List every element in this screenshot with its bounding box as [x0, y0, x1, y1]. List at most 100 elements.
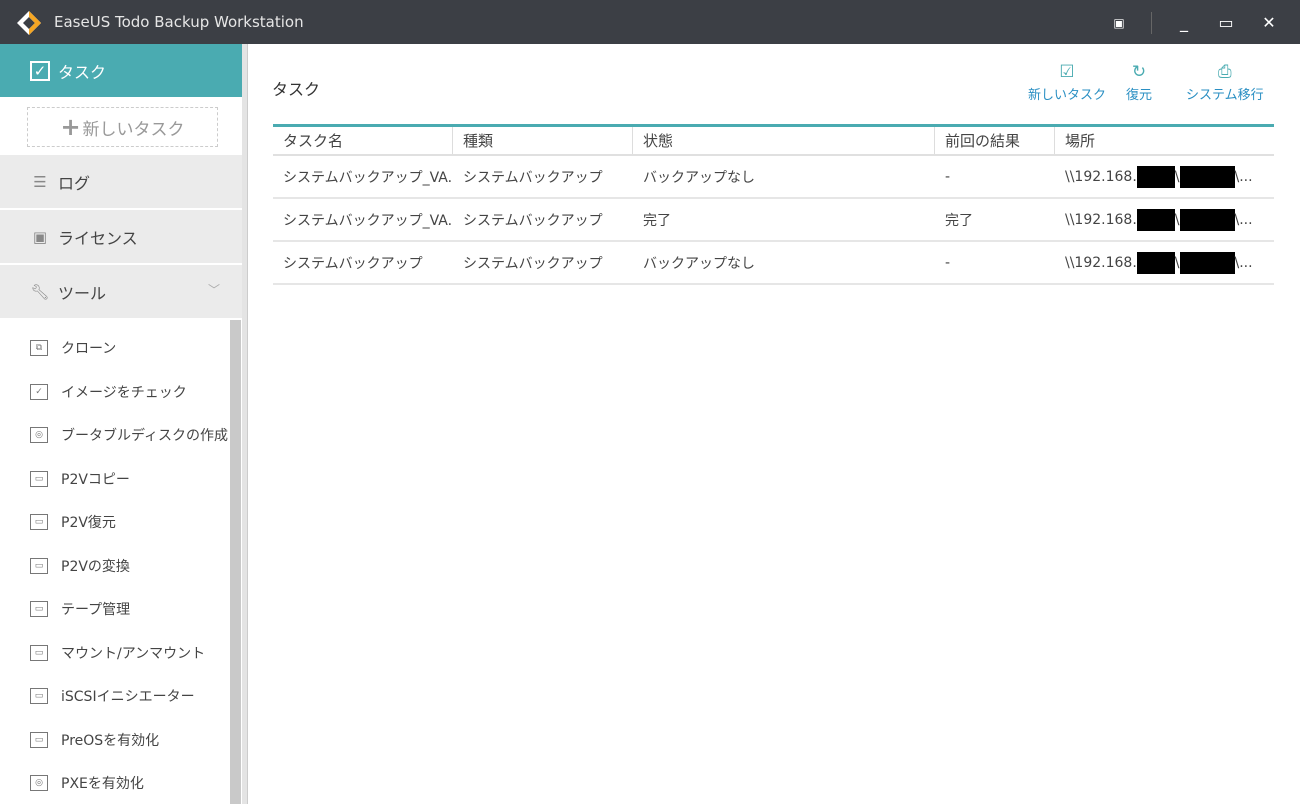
tool-item[interactable]: ▭ テープ管理: [30, 594, 130, 624]
tool-item[interactable]: ▭ マウント/アンマウント: [30, 638, 205, 668]
task-location: \\192.168. \ \...: [1055, 156, 1274, 197]
tool-item[interactable]: ▭ iSCSIイニシエーター: [30, 681, 195, 711]
tool-icon: ▭: [30, 557, 48, 574]
easeus-logo-icon: [17, 11, 41, 35]
task-status: バックアップなし: [643, 169, 755, 186]
location-prefix: \\192.168.: [1065, 211, 1137, 228]
tool-label: PXEを有効化: [61, 776, 144, 792]
tool-icon: ✓: [30, 383, 48, 400]
sidebar-item-tools[interactable]: 🔧︎ ツール ﹀: [0, 265, 242, 318]
redacted-block: [1179, 165, 1235, 188]
toolbar-label: システム移行: [1186, 88, 1264, 103]
tool-label: P2Vの変換: [61, 558, 130, 575]
tool-item[interactable]: ▭ P2Vコピー: [30, 464, 130, 494]
window-title: EaseUS Todo Backup Workstation: [54, 13, 304, 31]
task-type: システムバックアップ: [463, 212, 603, 229]
task-type: システムバックアップ: [463, 169, 603, 186]
tool-label: クローン: [61, 341, 117, 357]
task-name: システムバックアップ: [283, 255, 423, 272]
divider: [242, 44, 248, 804]
redacted-block: [1179, 251, 1235, 274]
sidebar-item-label: ログ: [58, 173, 91, 193]
tool-label: テープ管理: [61, 602, 131, 618]
restore-button[interactable]: ↻ 復元: [1126, 62, 1152, 103]
log-icon: ☰: [33, 172, 47, 191]
close-icon[interactable]: ✕: [1256, 10, 1282, 36]
tool-label: P2V復元: [61, 515, 116, 531]
sidebar-item-license[interactable]: ▣ ライセンス: [0, 210, 242, 263]
task-name: システムバックアップ_VA...: [283, 169, 453, 186]
sidebar-item-log[interactable]: ☰ ログ: [0, 155, 242, 208]
task-type: システムバックアップ: [463, 255, 603, 272]
column-header-location[interactable]: 場所: [1055, 127, 1274, 154]
page-title: タスク: [272, 80, 321, 99]
redacted-block: [1179, 208, 1235, 231]
column-header-last-result[interactable]: 前回の結果: [935, 127, 1055, 154]
tool-item[interactable]: ▭ P2V復元: [30, 507, 116, 537]
sidebar: ✓ タスク + 新しいタスク ☰ ログ ▣ ライセンス 🔧︎ ツール ﹀ ⧉ クローン ✓ イメー…: [0, 44, 242, 804]
sidebar-item-label: ライセンス: [58, 228, 138, 248]
tool-item[interactable]: ▭ P2Vの変換: [30, 551, 130, 581]
restore-icon: ↻: [1131, 62, 1147, 82]
new-task-label: 新しいタスク: [82, 119, 185, 140]
table-row[interactable]: システムバックアップ システムバックアップ バックアップなし - \\192.1…: [273, 242, 1274, 285]
task-last-result: 完了: [945, 212, 973, 229]
location-prefix: \\192.168.: [1065, 254, 1137, 271]
tool-item[interactable]: ◎ PXEを有効化: [30, 768, 144, 798]
task-last-result: -: [945, 254, 951, 271]
tool-icon: ▭: [30, 470, 48, 487]
column-header-status[interactable]: 状態: [633, 127, 935, 154]
tool-icon: ▭: [30, 644, 48, 661]
maximize-icon[interactable]: ▭: [1213, 10, 1239, 36]
table-row[interactable]: システムバックアップ_VA... システムバックアップ バックアップなし - \…: [273, 156, 1274, 199]
tool-icon: ◎: [30, 427, 48, 443]
tool-item[interactable]: ✓ イメージをチェック: [30, 377, 187, 407]
tool-item[interactable]: ◎ ブータブルディスクの作成: [30, 420, 228, 450]
tool-label: イメージをチェック: [61, 384, 187, 401]
tool-icon: ▭: [30, 688, 48, 704]
location-prefix: \\192.168.: [1065, 168, 1137, 185]
column-header-name[interactable]: タスク名: [273, 127, 453, 154]
redacted-block: [1136, 251, 1175, 274]
title-bar: EaseUS Todo Backup Workstation ▣ _ ▭ ✕: [0, 0, 1300, 44]
table-header: タスク名 種類 状態 前回の結果 場所: [273, 127, 1274, 156]
minimize-icon[interactable]: _: [1171, 10, 1197, 36]
table-row[interactable]: システムバックアップ_VA... システムバックアップ 完了 完了 \\192.…: [273, 199, 1274, 242]
new-task-button[interactable]: + 新しいタスク: [27, 107, 218, 147]
sidebar-item-task[interactable]: ✓ タスク: [0, 44, 242, 97]
tool-item[interactable]: ⧉ クローン: [30, 333, 116, 363]
tool-item[interactable]: ▭ PreOSを有効化: [30, 725, 159, 755]
task-status: 完了: [643, 212, 671, 229]
new-task-icon: ☑: [1059, 62, 1075, 82]
redacted-block: [1136, 208, 1175, 231]
toolbar-label: 新しいタスク: [1028, 88, 1107, 103]
location-suffix: \...: [1234, 211, 1253, 228]
task-name: システムバックアップ_VA...: [283, 212, 453, 229]
sidebar-item-label: タスク: [58, 62, 107, 82]
new-task-toolbar-button[interactable]: ☑ 新しいタスク: [1028, 62, 1106, 103]
task-last-result: -: [945, 168, 951, 185]
redacted-block: [1136, 165, 1175, 188]
tool-icon: ⧉: [30, 340, 48, 356]
tool-label: ブータブルディスクの作成: [61, 428, 229, 444]
system-transfer-button[interactable]: ⎙ システム移行: [1186, 62, 1264, 103]
wrench-icon: 🔧︎: [30, 282, 50, 301]
sidebar-scrollbar[interactable]: [230, 320, 241, 804]
location-suffix: \...: [1234, 254, 1253, 271]
column-header-type[interactable]: 種類: [453, 127, 633, 154]
tool-label: P2Vコピー: [61, 471, 130, 488]
toolbar-label: 復元: [1126, 88, 1153, 103]
tool-icon: ◎: [30, 775, 48, 791]
tool-label: PreOSを有効化: [61, 732, 160, 749]
task-location: \\192.168. \ \...: [1055, 199, 1274, 240]
menu-icon[interactable]: ▣: [1106, 10, 1132, 36]
task-table: タスク名 種類 状態 前回の結果 場所 システムバックアップ_VA... システ…: [273, 124, 1274, 285]
checkbox-icon: ✓: [30, 60, 50, 81]
license-icon: ▣: [32, 227, 48, 246]
task-status: バックアップなし: [643, 255, 755, 272]
tool-icon: ▭: [30, 731, 48, 748]
sidebar-item-label: ツール: [58, 283, 107, 303]
system-transfer-icon: ⎙: [1218, 62, 1232, 82]
tool-icon: ▭: [30, 514, 48, 530]
location-suffix: \...: [1234, 168, 1253, 185]
